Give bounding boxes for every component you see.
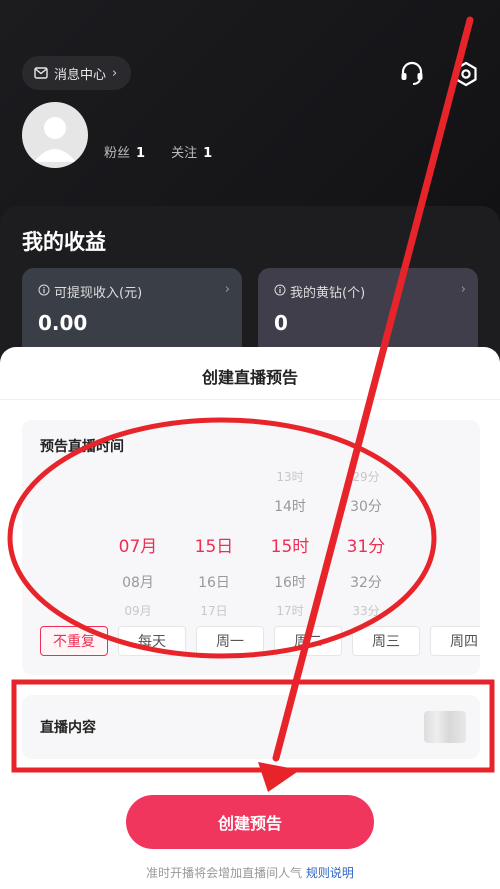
date-time-picker[interactable]: 07月 08月 09月 15日 16日 17日 13时 14时 15时 16时 …	[22, 468, 480, 619]
divider	[0, 399, 500, 400]
repeat-option-monday[interactable]: 周一	[196, 626, 264, 656]
repeat-options: 不重复 每天 周一 周二 周三 周四	[40, 626, 480, 656]
info-icon	[38, 284, 50, 300]
picker-item[interactable]: 13时	[252, 468, 328, 485]
day-column[interactable]: 15日 16日 17日	[176, 468, 252, 619]
message-center-button[interactable]: 消息中心 ›	[22, 56, 132, 90]
following-label: 关注	[171, 146, 198, 161]
avatar[interactable]	[22, 102, 88, 168]
picker-item[interactable]: 16日	[176, 572, 252, 592]
picker-item[interactable]: 29分	[328, 468, 404, 485]
hint-message: 准时开播将会增加直播间人气	[146, 866, 303, 880]
chevron-right-icon: ›	[460, 282, 466, 297]
picker-item-selected[interactable]: 07月	[100, 532, 176, 557]
month-column[interactable]: 07月 08月 09月	[100, 468, 176, 619]
preview-time-label: 预告直播时间	[40, 439, 124, 455]
repeat-option-tuesday[interactable]: 周二	[274, 626, 342, 656]
picker-item[interactable]: 08月	[100, 572, 176, 592]
chevron-right-icon: ›	[224, 282, 230, 297]
sheet-title: 创建直播预告	[201, 368, 298, 387]
repeat-option-wednesday[interactable]: 周三	[352, 626, 420, 656]
following-stat[interactable]: 关注 1	[171, 142, 212, 161]
rules-link[interactable]: 规则说明	[306, 866, 354, 880]
create-preview-button[interactable]: 创建预告	[126, 795, 374, 849]
message-center-label: 消息中心	[54, 67, 107, 83]
picker-item[interactable]: 17日	[176, 602, 252, 619]
repeat-option-thursday[interactable]: 周四	[430, 626, 480, 656]
picker-item[interactable]: 32分	[328, 572, 404, 592]
chevron-right-icon: ›	[112, 65, 118, 81]
yellow-diamond-value: 0	[274, 311, 288, 335]
mail-icon	[34, 67, 48, 79]
live-content-label: 直播内容	[40, 720, 96, 736]
earnings-title: 我的收益	[22, 230, 106, 254]
withdrawable-income-label: 可提现收入(元)	[54, 286, 143, 301]
picker-item[interactable]: 16时	[252, 572, 328, 592]
withdrawable-income-value: 0.00	[38, 311, 88, 335]
settings-gear-icon[interactable]	[452, 60, 480, 88]
picker-item[interactable]: 30分	[328, 496, 404, 516]
hint-text: 准时开播将会增加直播间人气 规则说明	[0, 864, 500, 881]
following-count: 1	[203, 146, 213, 161]
cover-thumbnail[interactable]	[424, 711, 466, 743]
fans-stat[interactable]: 粉丝 1	[104, 142, 145, 161]
yellow-diamond-label: 我的黄钻(个)	[290, 286, 366, 301]
minute-column[interactable]: 29分 30分 31分 32分 33分	[328, 468, 404, 619]
fans-label: 粉丝	[104, 146, 131, 161]
create-preview-sheet: 创建直播预告 预告直播时间 07月 08月 09月 15日 16日 17日 13…	[0, 347, 500, 889]
fans-count: 1	[136, 146, 146, 161]
picker-item-selected[interactable]: 15日	[176, 532, 252, 557]
picker-item[interactable]: 17时	[252, 602, 328, 619]
follow-stats: 粉丝 1 关注 1	[104, 142, 212, 161]
repeat-option-daily[interactable]: 每天	[118, 626, 186, 656]
picker-item[interactable]: 14时	[252, 496, 328, 516]
preview-time-card: 预告直播时间 07月 08月 09月 15日 16日 17日 13时 14时 1…	[22, 420, 480, 675]
picker-item-selected[interactable]: 15时	[252, 532, 328, 557]
picker-item-selected[interactable]: 31分	[328, 532, 404, 557]
live-content-row[interactable]: 直播内容	[22, 695, 480, 759]
info-icon	[274, 284, 286, 300]
picker-item[interactable]: 33分	[328, 602, 404, 619]
picker-item[interactable]: 09月	[100, 602, 176, 619]
hour-column[interactable]: 13时 14时 15时 16时 17时	[252, 468, 328, 619]
repeat-option-none[interactable]: 不重复	[40, 626, 108, 656]
customer-service-icon[interactable]	[398, 60, 426, 88]
